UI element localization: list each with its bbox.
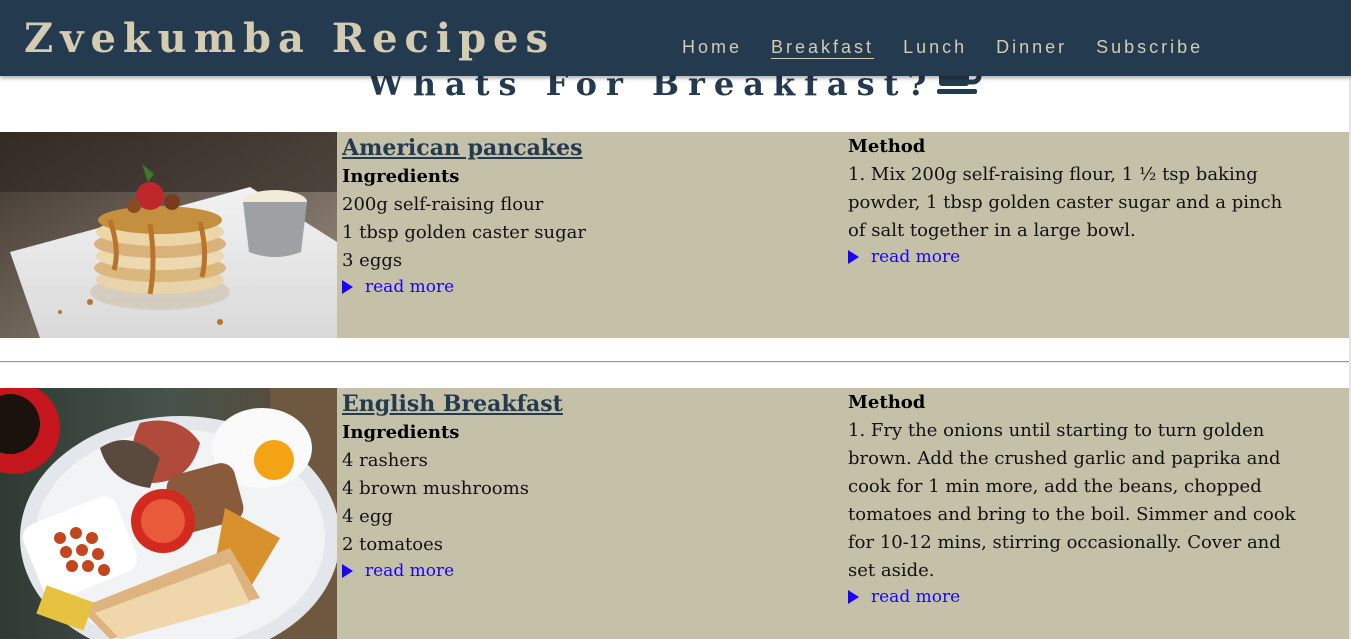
ingredient-item: 4 egg: [342, 506, 393, 527]
ingredient-item: 4 brown mushrooms: [342, 478, 529, 499]
expand-triangle-icon: [848, 590, 859, 604]
english-breakfast-photo: [0, 388, 337, 639]
nav-subscribe[interactable]: Subscribe: [1096, 36, 1203, 58]
read-more-label: read more: [871, 587, 961, 607]
recipe-title-link[interactable]: English Breakfast: [342, 389, 822, 419]
pancakes-photo: [0, 132, 337, 338]
read-more-toggle[interactable]: read more: [342, 275, 822, 299]
ingredient-item: 4 rashers: [342, 450, 428, 471]
read-more-label: read more: [871, 247, 961, 267]
section-divider: [0, 361, 1349, 363]
method-text: 1. Fry the onions until starting to turn…: [848, 420, 1296, 581]
method-column: Method 1. Fry the onions until starting …: [848, 388, 1298, 609]
nav-home[interactable]: Home: [682, 36, 742, 58]
ingredients-heading: Ingredients: [342, 166, 460, 187]
site-title[interactable]: Zvekumba Recipes: [24, 14, 555, 64]
recipe-card: English Breakfast Ingredients 4 rashers …: [0, 388, 1349, 639]
nav-lunch[interactable]: Lunch: [903, 36, 967, 58]
nav-dinner[interactable]: Dinner: [996, 36, 1067, 58]
recipe-card: American pancakes Ingredients 200g self-…: [0, 132, 1349, 338]
ingredients-column: American pancakes Ingredients 200g self-…: [342, 132, 822, 299]
read-more-toggle[interactable]: read more: [848, 585, 1298, 609]
ingredient-item: 1 tbsp golden caster sugar: [342, 222, 586, 243]
read-more-label: read more: [365, 561, 455, 581]
site-header: Zvekumba Recipes Home Breakfast Lunch Di…: [0, 0, 1351, 76]
ingredients-column: English Breakfast Ingredients 4 rashers …: [342, 388, 822, 583]
ingredient-item: 200g self-raising flour: [342, 194, 544, 215]
ingredient-item: 3 eggs: [342, 250, 403, 271]
nav-breakfast[interactable]: Breakfast: [771, 36, 874, 58]
main-nav: Home Breakfast Lunch Dinner Subscribe: [682, 36, 1232, 58]
expand-triangle-icon: [342, 280, 353, 294]
expand-triangle-icon: [342, 564, 353, 578]
expand-triangle-icon: [848, 250, 859, 264]
read-more-toggle[interactable]: read more: [848, 245, 1298, 269]
read-more-toggle[interactable]: read more: [342, 559, 822, 583]
method-column: Method 1. Mix 200g self-raising flour, 1…: [848, 132, 1298, 269]
ingredient-item: 2 tomatoes: [342, 534, 444, 555]
method-heading: Method: [848, 136, 926, 157]
method-text: 1. Mix 200g self-raising flour, 1 ½ tsp …: [848, 164, 1283, 241]
read-more-label: read more: [365, 277, 455, 297]
ingredients-heading: Ingredients: [342, 422, 460, 443]
method-heading: Method: [848, 392, 926, 413]
recipe-title-link[interactable]: American pancakes: [342, 133, 822, 163]
